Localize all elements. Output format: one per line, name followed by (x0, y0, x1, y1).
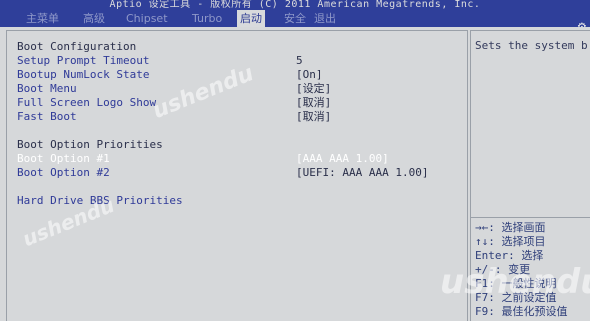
setting-label: Setup Prompt Timeout (17, 54, 150, 67)
tab-exit[interactable]: 退出 (314, 10, 336, 27)
setting-label: Bootup NumLock State (17, 68, 150, 81)
setting-value[interactable]: [AAA AAA 1.00] (296, 152, 389, 166)
tab-main[interactable]: 主菜单 (26, 10, 59, 27)
setting-label: Boot Option #2 (17, 166, 110, 179)
tab-turbo[interactable]: Turbo (192, 10, 222, 27)
section-boot-configuration: Boot Configuration (17, 40, 136, 54)
setting-value[interactable]: 5 (296, 54, 303, 68)
key-hint: Enter: 选择 (475, 249, 544, 262)
section-heading: Boot Option Priorities (17, 138, 163, 151)
setting-label: Boot Option #1 (17, 152, 110, 165)
setting-label: Boot Menu (17, 82, 77, 95)
setting-label: Fast Boot (17, 110, 77, 123)
title-bar: Aptio 设定工具 - 版权所有 (C) 2011 American Mega… (0, 0, 590, 10)
tab-security[interactable]: 安全 (284, 10, 306, 27)
section-heading: Boot Configuration (17, 40, 137, 53)
tab-advanced[interactable]: 高级 (83, 10, 105, 27)
setting-boot-option-1[interactable]: Boot Option #1 [AAA AAA 1.00] (17, 152, 457, 166)
setting-label: Full Screen Logo Show (17, 96, 157, 109)
tab-chipset[interactable]: Chipset (126, 10, 168, 27)
key-hint: F9: 最佳化预设值 (475, 305, 568, 318)
setting-full-screen-logo-show[interactable]: Full Screen Logo Show [取消] (17, 96, 457, 110)
setting-fast-boot[interactable]: Fast Boot [取消] (17, 110, 457, 124)
help-divider (471, 217, 590, 218)
menu-tab-bar: 主菜单 高级 Chipset Turbo 启动 安全 退出 ⚙ (0, 10, 590, 35)
setting-value[interactable]: [设定] (296, 82, 331, 96)
setting-value[interactable]: [取消] (296, 96, 331, 110)
watermark: ushendu (440, 262, 590, 302)
help-description: Sets the system b (475, 39, 588, 52)
key-hint: →←: 选择画面 (475, 221, 546, 234)
tab-boot[interactable]: 启动 (237, 10, 265, 27)
key-hint: ↑↓: 选择项目 (475, 235, 546, 248)
title-text: Aptio 设定工具 - 版权所有 (C) 2011 American Mega… (109, 0, 481, 10)
setting-value[interactable]: [On] (296, 68, 323, 82)
setting-value[interactable]: [UEFI: AAA AAA 1.00] (296, 166, 428, 180)
setting-boot-option-2[interactable]: Boot Option #2 [UEFI: AAA AAA 1.00] (17, 166, 457, 180)
section-boot-option-priorities: Boot Option Priorities (17, 138, 163, 152)
setting-value[interactable]: [取消] (296, 110, 331, 124)
